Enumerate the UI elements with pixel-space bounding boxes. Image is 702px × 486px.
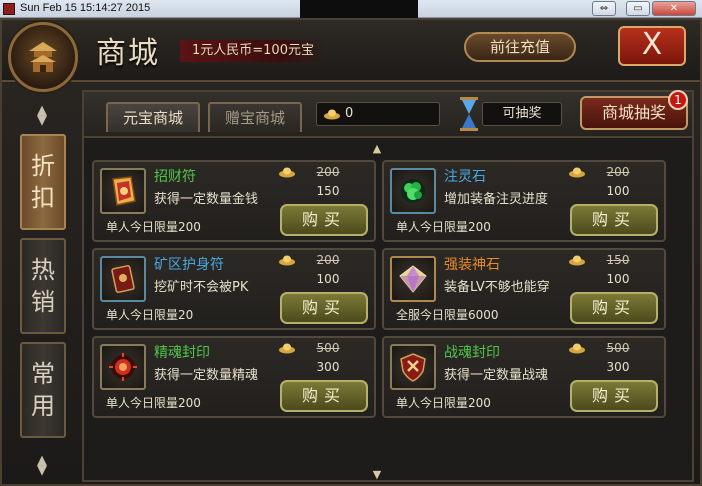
scroll-up-icon[interactable]: ▲ xyxy=(370,143,384,154)
app-icon xyxy=(3,3,15,15)
item-old-price: 500 xyxy=(606,341,630,355)
red-seal-icon xyxy=(100,344,146,390)
shop-topbar: 元宝商城 赠宝商城 0 可抽奖 商城抽奖 1 xyxy=(84,90,692,138)
buy-button[interactable]: 购买 xyxy=(280,204,368,236)
close-button[interactable]: X xyxy=(618,26,686,66)
item-new-price: 100 xyxy=(606,184,630,198)
item-new-price: 300 xyxy=(606,360,630,374)
title-bar-dark-region xyxy=(300,0,418,18)
item-limit: 单人今日限量200 xyxy=(396,220,491,234)
item-old-price: 500 xyxy=(316,341,340,355)
item-old-price: 200 xyxy=(606,165,630,179)
window-title: Sun Feb 15 15:14:27 2015 xyxy=(20,2,151,14)
pagoda-emblem-icon xyxy=(8,22,78,92)
shield-seal-icon xyxy=(390,344,436,390)
gold-ingot-icon xyxy=(569,167,585,178)
item-name: 精魂封印 xyxy=(154,345,210,361)
os-title-bar: Sun Feb 15 15:14:27 2015 ⇔ ▭ ✕ xyxy=(0,0,702,18)
item-limit: 单人今日限量200 xyxy=(396,396,491,410)
maximize-button[interactable]: ▭ xyxy=(626,1,650,16)
shop-frame: 商城 1元人民币=100元宝 前往充值 X ▲ ▼ 折扣 热销 常用 ▲ ▼ 元宝商… xyxy=(0,18,702,486)
item-limit: 单人今日限量200 xyxy=(106,220,201,234)
sidebar-down-arrow-icon[interactable]: ▲ ▼ xyxy=(32,454,52,477)
game-window: Sun Feb 15 15:14:27 2015 ⇔ ▭ ✕ 商城 1元人民币=… xyxy=(0,0,702,486)
buy-button[interactable]: 购买 xyxy=(280,380,368,412)
item-desc: 获得一定数量金钱 xyxy=(154,192,259,207)
item-card: 招财符 获得一定数量金钱 200 150 单人今日限量200 购买 xyxy=(92,160,376,242)
item-old-price: 200 xyxy=(316,165,340,179)
gold-ingot-icon xyxy=(324,109,340,120)
tab-yuanbao-shop[interactable]: 元宝商城 xyxy=(106,102,200,132)
diamond-icon xyxy=(390,256,436,302)
item-new-price: 100 xyxy=(606,272,630,286)
item-name: 战魂封印 xyxy=(444,345,500,361)
side-tab-discount[interactable]: 折扣 xyxy=(20,134,66,230)
tab-gift-shop[interactable]: 赠宝商城 xyxy=(208,102,302,132)
item-new-price: 100 xyxy=(316,272,340,286)
category-sidebar: ▲ ▼ 折扣 热销 常用 ▲ ▼ xyxy=(18,90,70,480)
gold-ingot-icon xyxy=(569,343,585,354)
shop-panel: 元宝商城 赠宝商城 0 可抽奖 商城抽奖 1 ▲ 招财符 获得一定数量金钱 20… xyxy=(82,90,694,482)
sidebar-up-arrow-icon[interactable]: ▲ ▼ xyxy=(32,104,52,127)
item-limit: 单人今日限量200 xyxy=(106,396,201,410)
item-card: 精魂封印 获得一定数量精魂 500 300 单人今日限量200 购买 xyxy=(92,336,376,418)
restore-button[interactable]: ⇔ xyxy=(592,1,616,16)
buy-button[interactable]: 购买 xyxy=(570,204,658,236)
buy-button[interactable]: 购买 xyxy=(570,380,658,412)
gold-ingot-icon xyxy=(279,255,295,266)
item-card: 矿区护身符 挖矿时不会被PK 200 100 单人今日限量20 购买 xyxy=(92,248,376,330)
hourglass-icon xyxy=(460,97,478,131)
side-tab-hot[interactable]: 热销 xyxy=(20,238,66,334)
yuanbao-balance: 0 xyxy=(316,102,440,126)
item-new-price: 150 xyxy=(316,184,340,198)
item-grid: 招财符 获得一定数量金钱 200 150 单人今日限量200 购买 注灵石 增加… xyxy=(92,160,686,460)
item-old-price: 200 xyxy=(316,253,340,267)
item-name: 强装神石 xyxy=(444,257,500,273)
recharge-button[interactable]: 前往充值 xyxy=(464,32,576,62)
scroll-down-icon[interactable]: ▼ xyxy=(370,469,384,480)
talisman-icon xyxy=(100,168,146,214)
green-gem-icon xyxy=(390,168,436,214)
item-card: 注灵石 增加装备注灵进度 200 100 单人今日限量200 购买 xyxy=(382,160,666,242)
item-limit: 单人今日限量20 xyxy=(106,308,194,322)
draw-status: 可抽奖 xyxy=(482,102,562,126)
gold-ingot-icon xyxy=(279,167,295,178)
gold-ingot-icon xyxy=(279,343,295,354)
shop-header: 商城 1元人民币=100元宝 前往充值 X xyxy=(2,20,700,92)
item-desc: 挖矿时不会被PK xyxy=(154,280,249,295)
amulet-icon xyxy=(100,256,146,302)
item-old-price: 150 xyxy=(606,253,630,267)
lottery-count-badge: 1 xyxy=(668,90,688,110)
item-name: 矿区护身符 xyxy=(154,257,224,273)
item-new-price: 300 xyxy=(316,360,340,374)
item-name: 注灵石 xyxy=(444,169,486,185)
item-desc: 获得一定数量精魂 xyxy=(154,368,259,383)
item-card: 强装神石 装备LV不够也能穿 150 100 全服今日限量6000 购买 xyxy=(382,248,666,330)
item-desc: 装备LV不够也能穿 xyxy=(444,280,550,295)
side-tab-common[interactable]: 常用 xyxy=(20,342,66,438)
yuanbao-balance-value: 0 xyxy=(345,106,354,121)
gold-ingot-icon xyxy=(569,255,585,266)
exchange-rate-label: 1元人民币=100元宝 xyxy=(180,40,326,62)
item-desc: 获得一定数量战魂 xyxy=(444,368,549,383)
page-title: 商城 xyxy=(96,36,160,71)
item-limit: 全服今日限量6000 xyxy=(396,308,499,322)
item-card: 战魂封印 获得一定数量战魂 500 300 单人今日限量200 购买 xyxy=(382,336,666,418)
item-desc: 增加装备注灵进度 xyxy=(444,192,549,207)
buy-button[interactable]: 购买 xyxy=(570,292,658,324)
item-name: 招财符 xyxy=(154,169,196,185)
buy-button[interactable]: 购买 xyxy=(280,292,368,324)
os-close-button[interactable]: ✕ xyxy=(652,1,696,16)
